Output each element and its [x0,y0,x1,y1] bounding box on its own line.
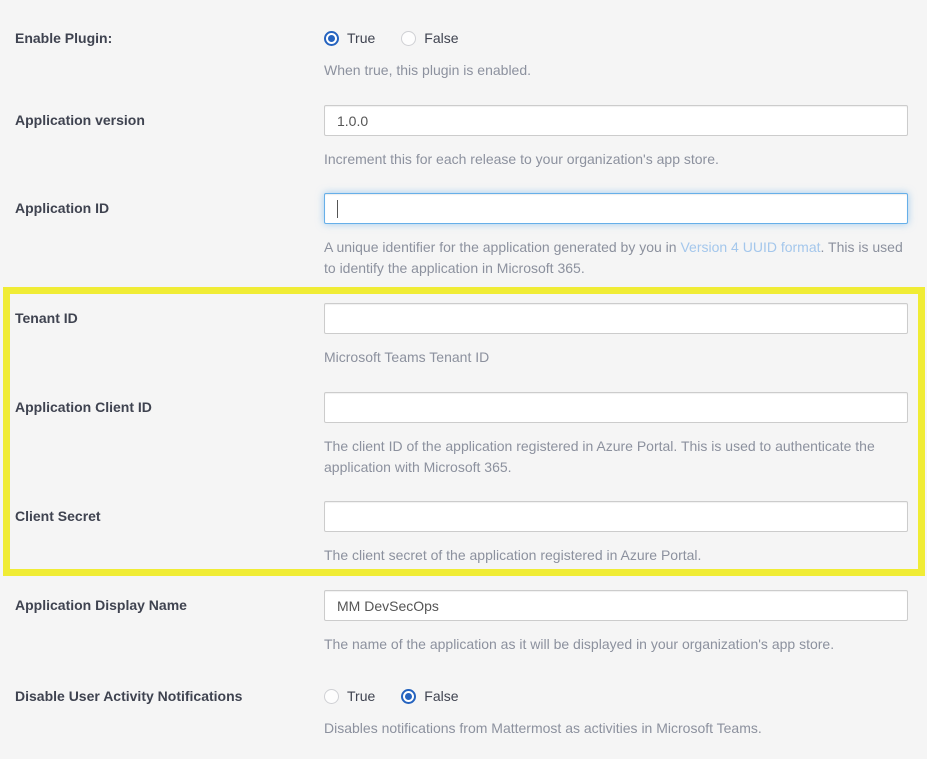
application-client-id-label: Application Client ID [15,392,324,417]
form-row-application-version: Application version Increment this for e… [15,105,908,170]
disable-notifications-true-option[interactable]: True [324,687,375,706]
enable-plugin-radio-group: True False [324,28,908,47]
client-secret-label: Client Secret [15,501,324,526]
application-id-control: A unique identifier for the application … [324,193,908,279]
disable-notifications-help: Disables notifications from Mattermost a… [324,718,908,739]
application-display-name-input[interactable] [324,590,908,621]
radio-unselected-icon[interactable] [324,689,339,704]
form-row-enable-plugin: Enable Plugin: True False When true, thi… [15,28,908,81]
disable-notifications-radio-group: True False [324,686,908,705]
application-version-input[interactable] [324,105,908,136]
enable-plugin-label: Enable Plugin: [15,28,324,48]
form-row-application-id: Application ID A unique identifier for t… [15,193,908,279]
form-row-disable-user-activity-notifications: Disable User Activity Notifications True… [15,686,908,739]
application-id-help: A unique identifier for the application … [324,237,908,279]
application-client-id-help: The client ID of the application registe… [324,436,908,478]
tenant-id-label: Tenant ID [15,303,324,328]
radio-unselected-icon[interactable] [401,31,416,46]
tenant-id-input[interactable] [324,303,908,334]
application-version-control: Increment this for each release to your … [324,105,908,170]
form-row-application-client-id: Application Client ID The client ID of t… [15,392,908,478]
enable-plugin-control: True False When true, this plugin is ena… [324,28,908,81]
disable-notifications-false-option[interactable]: False [401,687,458,706]
form-row-client-secret: Client Secret The client secret of the a… [15,501,908,566]
client-secret-help: The client secret of the application reg… [324,545,908,566]
application-display-name-label: Application Display Name [15,590,324,615]
plugin-settings-page: Enable Plugin: True False When true, thi… [0,0,927,759]
disable-notifications-label: Disable User Activity Notifications [15,686,324,706]
enable-plugin-help: When true, this plugin is enabled. [324,60,908,81]
enable-plugin-true-label: True [347,29,375,48]
application-id-label: Application ID [15,193,324,218]
disable-notifications-true-label: True [347,687,375,706]
application-client-id-input[interactable] [324,392,908,423]
application-version-label: Application version [15,105,324,130]
radio-selected-icon[interactable] [324,31,339,46]
form-row-tenant-id: Tenant ID Microsoft Teams Tenant ID [15,303,908,368]
application-display-name-control: The name of the application as it will b… [324,590,908,655]
application-client-id-control: The client ID of the application registe… [324,392,908,478]
form-row-application-display-name: Application Display Name The name of the… [15,590,908,655]
client-secret-input[interactable] [324,501,908,532]
enable-plugin-false-option[interactable]: False [401,29,458,48]
application-id-help-before: A unique identifier for the application … [324,239,680,255]
tenant-id-help: Microsoft Teams Tenant ID [324,347,908,368]
enable-plugin-true-option[interactable]: True [324,29,375,48]
tenant-id-control: Microsoft Teams Tenant ID [324,303,908,368]
application-display-name-help: The name of the application as it will b… [324,634,908,655]
application-version-help: Increment this for each release to your … [324,149,908,170]
radio-selected-icon[interactable] [401,689,416,704]
disable-notifications-false-label: False [424,687,458,706]
uuid-format-link[interactable]: Version 4 UUID format [680,239,820,255]
disable-notifications-control: True False Disables notifications from M… [324,686,908,739]
text-caret [337,200,338,218]
application-id-input[interactable] [324,193,908,224]
client-secret-control: The client secret of the application reg… [324,501,908,566]
enable-plugin-false-label: False [424,29,458,48]
